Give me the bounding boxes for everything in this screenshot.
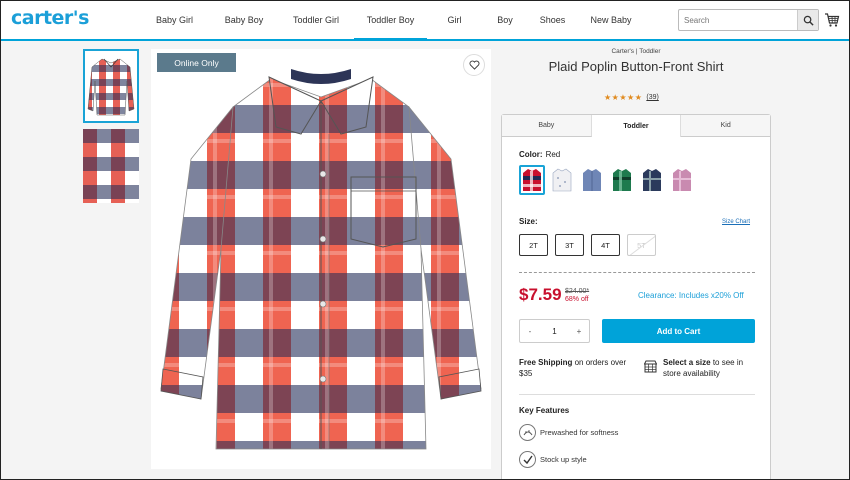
thumbnail-fabric[interactable] bbox=[83, 129, 139, 203]
search-icon bbox=[803, 15, 814, 26]
tab-toddler[interactable]: Toddler bbox=[591, 115, 682, 137]
shirt-swatch-icon bbox=[643, 169, 661, 191]
size-button-4t[interactable]: 4T bbox=[591, 234, 620, 256]
feature-label: Prewashed for softness bbox=[540, 428, 619, 437]
cart-icon[interactable] bbox=[824, 12, 840, 28]
color-value: Red bbox=[545, 150, 561, 159]
key-features-title: Key Features bbox=[519, 406, 570, 415]
product-rating[interactable]: ★★★★★ (39) bbox=[604, 93, 659, 102]
swatch-red-plaid[interactable] bbox=[519, 165, 545, 195]
shirt-swatch-icon bbox=[523, 169, 541, 191]
color-label: Color: Red bbox=[519, 150, 560, 159]
size-options: 2T 3T 4T 5T bbox=[519, 234, 663, 256]
size-button-3t[interactable]: 3T bbox=[555, 234, 584, 256]
quantity-decrease-button[interactable]: - bbox=[520, 327, 540, 336]
percent-off: 68% off bbox=[565, 296, 589, 303]
carters-logo[interactable]: carter's bbox=[11, 7, 89, 29]
dashed-divider bbox=[519, 272, 755, 273]
clearance-link[interactable]: Clearance: Includes x20% Off bbox=[638, 291, 744, 300]
sale-price: $7.59 bbox=[519, 285, 562, 304]
nav-baby-girl[interactable]: Baby Girl bbox=[139, 1, 210, 39]
size-button-2t[interactable]: 2T bbox=[519, 234, 548, 256]
swatch-navy-plaid[interactable] bbox=[639, 165, 665, 195]
product-title: Plaid Poplin Button-Front Shirt bbox=[548, 59, 724, 74]
nav-toddler-boy[interactable]: Toddler Boy bbox=[354, 1, 427, 40]
nav-baby-boy[interactable]: Baby Boy bbox=[210, 1, 278, 39]
site-header: carter's Baby Girl Baby Boy Toddler Girl… bbox=[1, 1, 849, 41]
search-input[interactable] bbox=[679, 10, 797, 30]
tab-baby[interactable]: Baby bbox=[502, 115, 592, 137]
swatch-white-print[interactable] bbox=[549, 165, 575, 195]
swatch-green-plaid[interactable] bbox=[609, 165, 635, 195]
size-button-5t-unavailable[interactable]: 5T bbox=[627, 234, 656, 256]
brand-line[interactable]: Carter's | Toddler bbox=[501, 48, 771, 55]
star-rating-icon: ★★★★★ bbox=[604, 93, 643, 102]
checkmark-icon bbox=[519, 451, 536, 468]
shirt-swatch-icon bbox=[552, 168, 572, 192]
shirt-thumbnail-image bbox=[87, 58, 135, 116]
nav-girl[interactable]: Girl bbox=[427, 1, 482, 39]
color-swatches bbox=[519, 165, 699, 195]
size-range-tabs: Baby Toddler Kid bbox=[502, 115, 771, 137]
select-size-bold: Select a size bbox=[663, 358, 711, 367]
favorite-button[interactable] bbox=[463, 54, 485, 76]
nav-toddler-girl[interactable]: Toddler Girl bbox=[278, 1, 354, 39]
feature-label: Stock up style bbox=[540, 455, 587, 464]
nav-boy[interactable]: Boy bbox=[482, 1, 528, 39]
size-label: Size: bbox=[519, 217, 538, 226]
heart-icon bbox=[469, 60, 479, 70]
shirt-swatch-icon bbox=[613, 169, 631, 191]
shirt-image bbox=[160, 69, 482, 450]
store-icon bbox=[644, 360, 657, 373]
shirt-swatch-icon bbox=[673, 169, 691, 191]
main-nav: Baby Girl Baby Boy Toddler Girl Toddler … bbox=[139, 1, 645, 40]
free-shipping-info: Free Shipping on orders over $35 bbox=[519, 357, 629, 379]
original-price: $24.00* bbox=[565, 288, 590, 295]
product-main-image[interactable] bbox=[151, 49, 491, 469]
free-shipping-bold: Free Shipping bbox=[519, 358, 573, 367]
section-divider bbox=[519, 394, 755, 395]
search-button[interactable] bbox=[797, 10, 818, 30]
tab-kid[interactable]: Kid bbox=[681, 115, 771, 137]
quantity-stepper: - 1 + bbox=[519, 319, 590, 343]
store-availability-info[interactable]: Select a size to see in store availabili… bbox=[663, 357, 763, 379]
quantity-value[interactable]: 1 bbox=[540, 327, 569, 336]
add-to-cart-button[interactable]: Add to Cart bbox=[602, 319, 755, 343]
thumbnail-front[interactable] bbox=[83, 49, 139, 123]
purchase-panel: Baby Toddler Kid Color: Red Size: Size C… bbox=[501, 114, 771, 479]
prewashed-icon bbox=[519, 424, 536, 441]
color-label-text: Color: bbox=[519, 150, 543, 159]
page-frame: carter's Baby Girl Baby Boy Toddler Girl… bbox=[0, 0, 850, 480]
swatch-chambray-blue[interactable] bbox=[579, 165, 605, 195]
nav-new-baby[interactable]: New Baby bbox=[577, 1, 645, 39]
quantity-increase-button[interactable]: + bbox=[569, 327, 589, 336]
size-chart-link[interactable]: Size Chart bbox=[722, 219, 750, 225]
fabric-thumbnail-image bbox=[83, 129, 139, 203]
feature-item: Prewashed for softness bbox=[519, 424, 618, 441]
search-box bbox=[678, 9, 819, 31]
review-count-link[interactable]: (39) bbox=[646, 94, 658, 101]
feature-item: Stock up style bbox=[519, 451, 587, 468]
nav-shoes[interactable]: Shoes bbox=[528, 1, 577, 39]
online-only-badge: Online Only bbox=[157, 53, 236, 72]
shirt-swatch-icon bbox=[583, 169, 601, 191]
swatch-pink-check[interactable] bbox=[669, 165, 695, 195]
